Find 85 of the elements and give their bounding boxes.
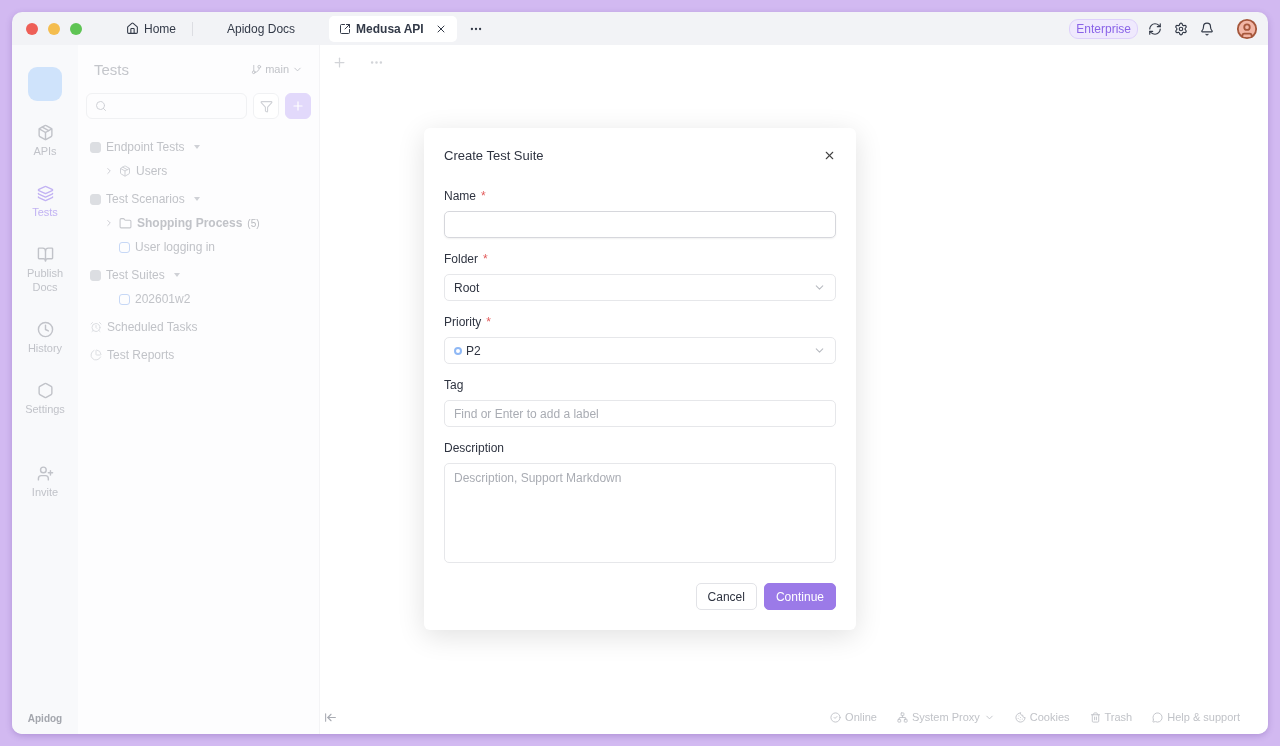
panel-title: Tests bbox=[94, 60, 129, 78]
folder-icon bbox=[119, 216, 132, 230]
required-mark: * bbox=[486, 315, 491, 329]
status-item[interactable]: Cookies bbox=[1014, 711, 1070, 723]
filter-button[interactable] bbox=[253, 93, 279, 119]
module-icon bbox=[90, 141, 101, 153]
tab[interactable]: Home bbox=[116, 15, 186, 42]
external-link-icon bbox=[339, 22, 352, 35]
hexagon-icon bbox=[36, 382, 54, 399]
document-icon bbox=[119, 241, 130, 253]
bell-icon[interactable] bbox=[1200, 21, 1214, 36]
tab[interactable]: Medusa API bbox=[329, 15, 457, 42]
field-label: Name bbox=[444, 189, 476, 203]
required-mark: * bbox=[481, 189, 486, 203]
tree-item[interactable]: Test Scenarios bbox=[106, 192, 185, 206]
tab[interactable]: Apidog Docs bbox=[199, 15, 324, 42]
field-label: Tag bbox=[444, 378, 464, 392]
check-circle-icon bbox=[830, 711, 842, 723]
chevron-icon[interactable] bbox=[104, 166, 114, 176]
status-item[interactable]: Online bbox=[830, 711, 877, 723]
add-icon[interactable] bbox=[332, 55, 347, 70]
status-item[interactable]: Trash bbox=[1089, 711, 1133, 723]
document-icon bbox=[119, 293, 130, 305]
minimize-light[interactable] bbox=[48, 22, 60, 35]
home-icon bbox=[126, 22, 139, 35]
required-mark: * bbox=[483, 252, 488, 266]
branch-icon bbox=[251, 63, 263, 75]
caret-icon[interactable] bbox=[193, 145, 200, 149]
chat-icon bbox=[1152, 711, 1164, 723]
add-user-icon bbox=[36, 465, 54, 482]
item-count: (5) bbox=[247, 217, 260, 229]
add-button[interactable] bbox=[285, 93, 311, 119]
module-icon bbox=[90, 193, 101, 205]
select-field[interactable]: Root bbox=[444, 274, 836, 301]
dialog-title: Create Test Suite bbox=[444, 148, 544, 163]
filter-icon bbox=[259, 99, 273, 113]
module-icon bbox=[90, 269, 101, 281]
tree-item[interactable]: Test Reports bbox=[107, 348, 175, 362]
box-icon bbox=[119, 165, 131, 177]
tree-item[interactable]: Scheduled Tasks bbox=[107, 320, 198, 334]
box-icon bbox=[36, 124, 54, 141]
close-icon bbox=[823, 149, 836, 162]
avatar[interactable] bbox=[1236, 17, 1258, 40]
tree-item[interactable]: 202601w2 bbox=[135, 292, 191, 306]
caret-icon[interactable] bbox=[173, 273, 180, 277]
layers-icon bbox=[36, 185, 54, 202]
brand-name: Apidog bbox=[27, 713, 63, 724]
plus-icon bbox=[291, 99, 305, 113]
book-icon bbox=[36, 246, 54, 263]
trash-icon bbox=[1089, 711, 1101, 723]
field-label: Priority bbox=[444, 315, 482, 329]
cancel-button[interactable]: Cancel bbox=[695, 583, 757, 610]
tree-item[interactable]: Test Suites bbox=[106, 268, 165, 282]
network-icon bbox=[896, 711, 908, 723]
chevron-icon[interactable] bbox=[104, 218, 114, 228]
tree-item[interactable]: Shopping Process bbox=[137, 216, 243, 230]
caret-icon[interactable] bbox=[193, 197, 200, 201]
search-icon bbox=[95, 100, 107, 112]
cookie-icon bbox=[1014, 711, 1026, 723]
plan-badge[interactable]: Enterprise bbox=[1069, 18, 1138, 39]
continue-button[interactable]: Continue bbox=[763, 583, 836, 610]
clock-icon bbox=[36, 321, 54, 338]
refresh-icon[interactable] bbox=[1148, 21, 1162, 36]
tree-item[interactable]: User logging in bbox=[135, 240, 216, 254]
tree-item[interactable]: Users bbox=[136, 164, 168, 178]
app-logo[interactable] bbox=[28, 67, 62, 101]
chart-icon bbox=[90, 349, 102, 361]
field-label: Folder bbox=[444, 252, 478, 266]
field-label: Description bbox=[444, 441, 505, 455]
rail-item[interactable]: Tests bbox=[15, 179, 75, 225]
zoom-light[interactable] bbox=[70, 22, 82, 35]
input-field[interactable] bbox=[444, 211, 836, 238]
close-button[interactable] bbox=[823, 149, 836, 162]
textarea-field[interactable]: Description, Support Markdown bbox=[444, 463, 836, 563]
input-field[interactable]: Find or Enter to add a label bbox=[444, 400, 836, 427]
settings-icon[interactable] bbox=[1174, 21, 1188, 36]
collapse-icon[interactable] bbox=[324, 710, 337, 724]
branch-selector[interactable]: main bbox=[251, 63, 303, 75]
search-field[interactable] bbox=[86, 93, 247, 119]
select-field[interactable]: P2 bbox=[444, 337, 836, 364]
status-item[interactable]: Help & support bbox=[1152, 711, 1240, 723]
close-light[interactable] bbox=[26, 22, 38, 35]
alarm-icon bbox=[90, 321, 102, 333]
tree-item[interactable]: Endpoint Tests bbox=[106, 140, 185, 154]
status-item[interactable]: System Proxy bbox=[896, 711, 995, 723]
